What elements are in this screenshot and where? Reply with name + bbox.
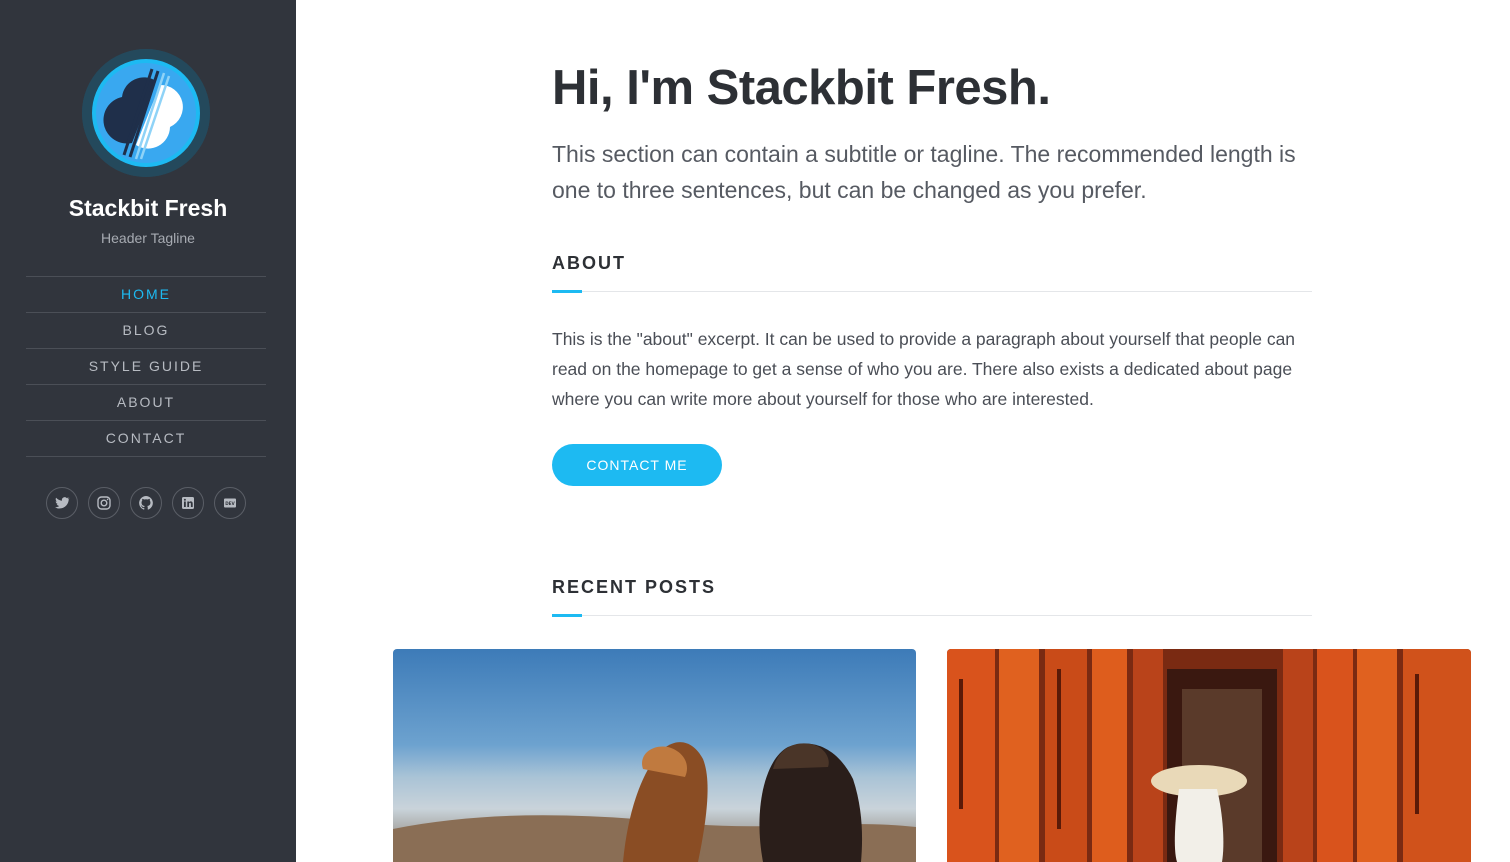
nav-item-about[interactable]: ABOUT [26,385,266,421]
instagram-link[interactable] [88,487,120,519]
contact-me-button[interactable]: CONTACT ME [552,444,722,486]
site-logo[interactable] [82,49,210,177]
linkedin-link[interactable] [172,487,204,519]
nav-item-blog[interactable]: BLOG [26,313,266,349]
nav-item-style-guide[interactable]: STYLE GUIDE [26,349,266,385]
about-heading-text: ABOUT [552,253,626,273]
about-excerpt: This is the "about" excerpt. It can be u… [552,329,1296,409]
heading-accent-bar [552,614,582,617]
main-nav: HOME BLOG STYLE GUIDE ABOUT CONTACT [26,276,266,457]
site-tagline: Header Tagline [101,230,195,246]
recent-posts-heading-text: RECENT POSTS [552,577,717,597]
github-icon [139,496,153,510]
nav-item-contact[interactable]: CONTACT [26,421,266,457]
nav-item-home[interactable]: HOME [26,277,266,313]
github-link[interactable] [130,487,162,519]
hero-title: Hi, I'm Stackbit Fresh. [552,61,1051,115]
twitter-link[interactable] [46,487,78,519]
sidebar: Stackbit Fresh Header Tagline HOME BLOG … [0,0,296,862]
about-section-heading: ABOUT [552,253,1312,293]
torii-gates-image [947,649,1471,862]
instagram-icon [97,496,111,510]
hero-subtitle: This section can contain a subtitle or t… [552,141,1296,203]
dev-link[interactable]: DEV [214,487,246,519]
social-links: DEV [46,487,246,519]
svg-text:DEV: DEV [225,501,235,506]
post-card-thumbnail[interactable] [393,649,916,862]
linkedin-icon [182,497,194,509]
site-title[interactable]: Stackbit Fresh [0,195,296,222]
twitter-icon [55,497,70,509]
horses-image [393,649,916,862]
post-card-thumbnail[interactable] [947,649,1471,862]
recent-posts-heading: RECENT POSTS [552,577,1312,617]
heading-accent-bar [552,290,582,293]
dev-icon: DEV [224,498,236,508]
